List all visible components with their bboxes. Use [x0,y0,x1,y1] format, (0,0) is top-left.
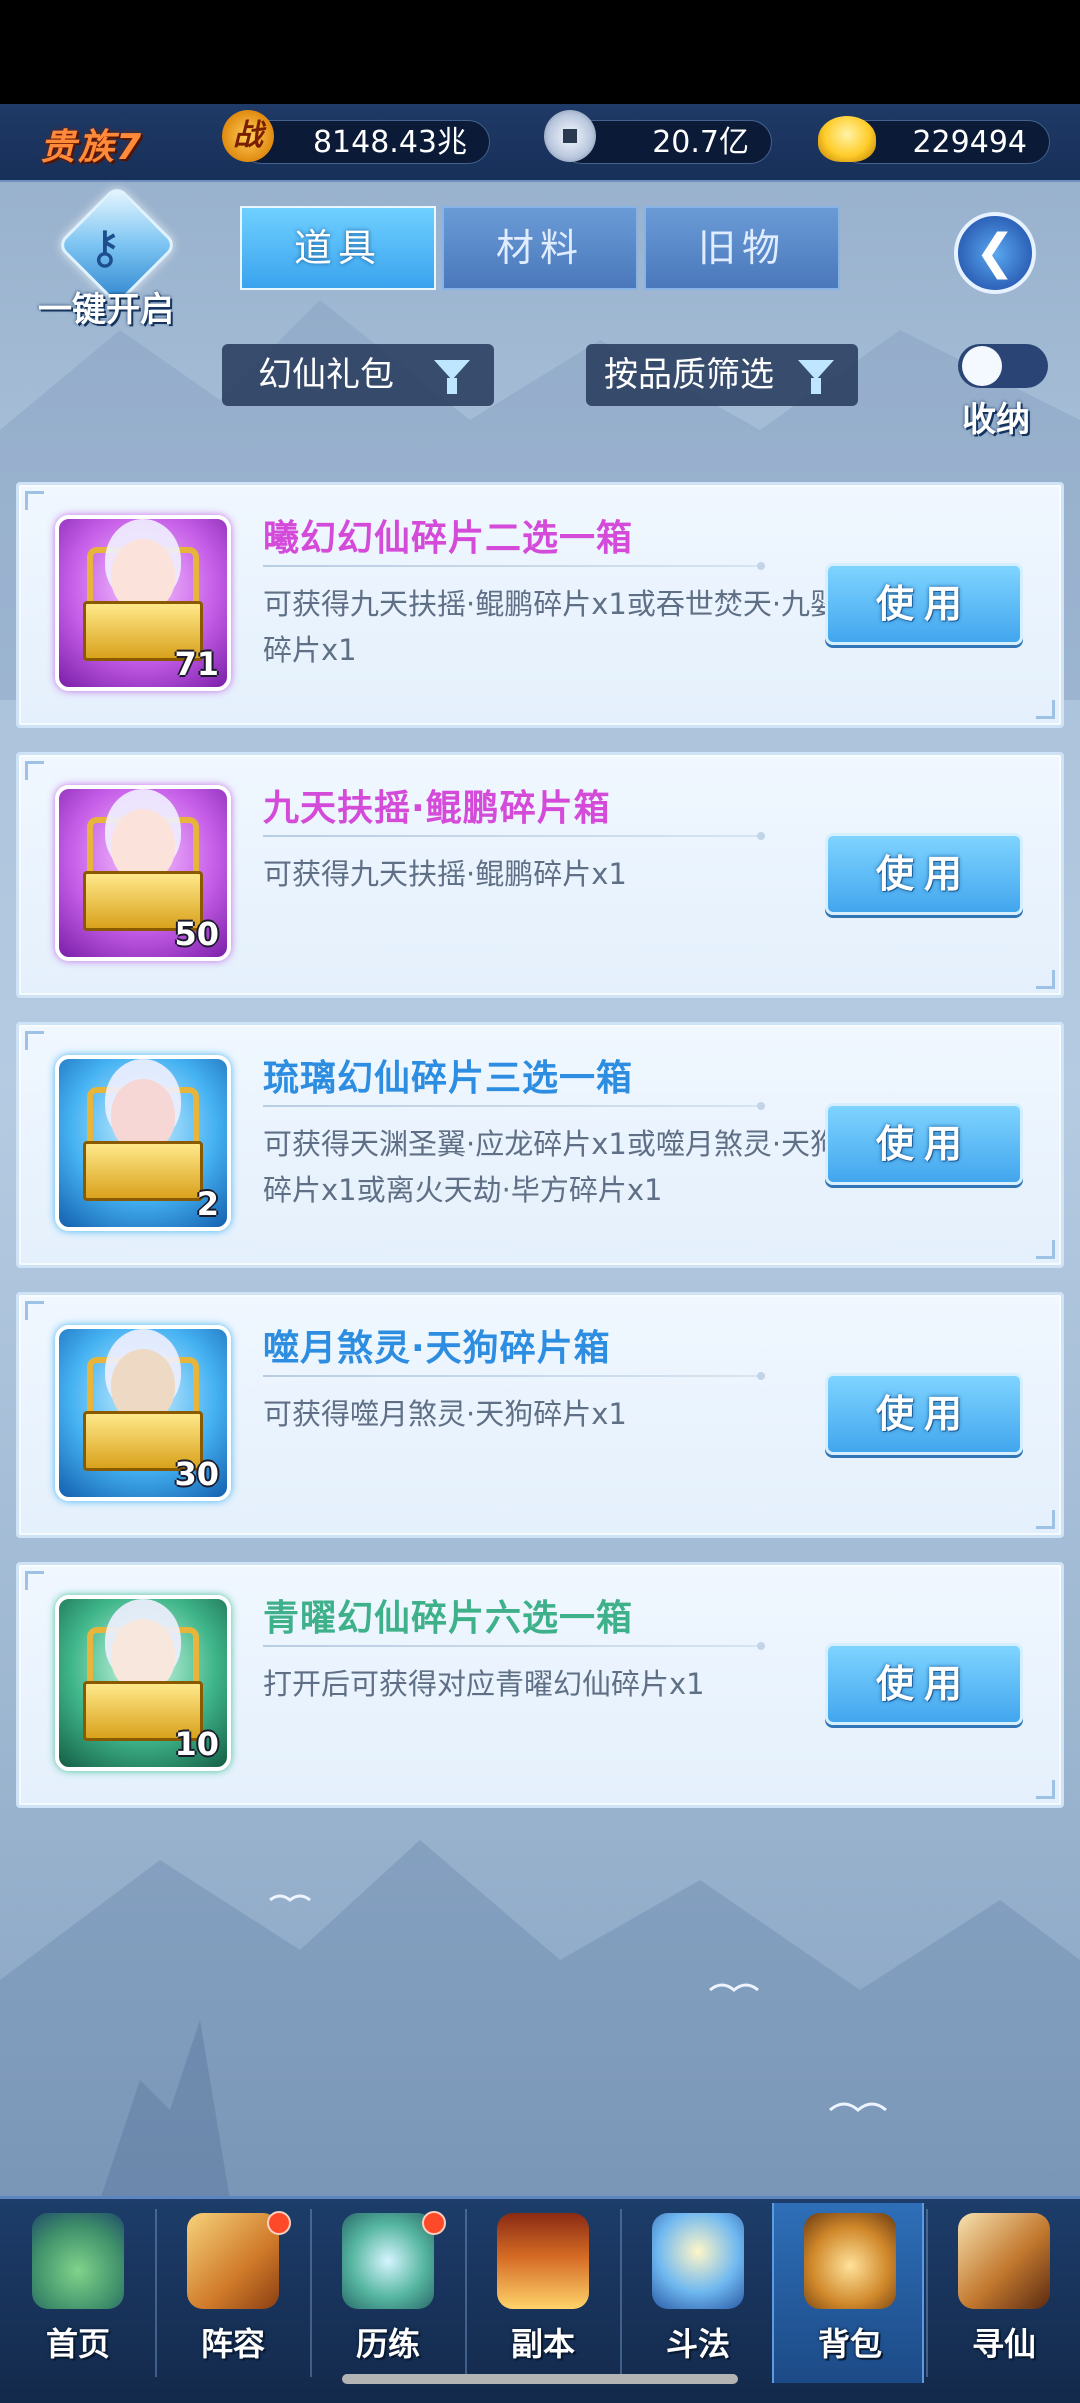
divider [263,1372,765,1380]
nav-label: 副本 [510,2325,575,2363]
item-description: 可获得九天扶摇·鲲鹏碎片x1 [263,857,627,891]
back-button[interactable]: ❮ [954,212,1036,294]
use-button[interactable]: 使用 [825,833,1023,915]
use-button[interactable]: 使用 [825,1643,1023,1725]
backpack-icon [804,2213,896,2309]
quality-filter[interactable]: 按品质筛选 [586,344,858,406]
use-button[interactable]: 使用 [825,1103,1023,1185]
list-item: 10 青曜幻仙碎片六选一箱 打开后可获得对应青曜幻仙碎片x1 使用 [16,1562,1064,1808]
nav-explore[interactable]: 寻仙 [928,2203,1080,2383]
lineup-icon [187,2213,279,2309]
divider [263,1642,765,1650]
item-icon[interactable]: 71 [55,515,231,691]
battle-icon [652,2213,744,2309]
item-icon[interactable]: 2 [55,1055,231,1231]
one-key-open-button[interactable]: ⚷ 一键开启 [26,184,186,334]
collapse-toggle[interactable] [958,344,1048,388]
item-icon[interactable]: 10 [55,1595,231,1771]
training-icon [342,2213,434,2309]
nav-home[interactable]: 首页 [2,2203,154,2383]
power-icon: 战 [222,110,274,162]
dungeon-icon [497,2213,589,2309]
status-bar [0,0,1080,104]
tab-props[interactable]: 道具 [240,206,436,290]
divider [263,562,765,570]
category-filter[interactable]: 幻仙礼包 [222,344,494,406]
nav-backpack[interactable]: 背包 [772,2203,924,2383]
item-name: 噬月煞灵·天狗碎片箱 [263,1328,611,1369]
item-name: 青曜幻仙碎片六选一箱 [263,1598,634,1639]
power-value: 8148.43兆 [312,125,467,160]
home-indicator[interactable] [342,2374,738,2384]
filter-funnel-icon [434,360,470,394]
chest-icon [83,1141,203,1201]
list-item: 71 曦幻幻仙碎片二选一箱 可获得九天扶摇·鲲鹏碎片x1或吞世焚天·九婴碎片x1… [16,482,1064,728]
item-name: 琉璃幻仙碎片三选一箱 [263,1058,634,1099]
divider [263,832,765,840]
list-item: 2 琉璃幻仙碎片三选一箱 可获得天渊圣翼·应龙碎片x1或噬月煞灵·天狗碎片x1或… [16,1022,1064,1268]
notification-dot [267,2211,291,2235]
category-filter-label: 幻仙礼包 [258,355,394,395]
bottom-nav: 首页 阵容 历练 副本 斗法 背包 寻仙 [0,2196,1080,2403]
nav-label: 阵容 [200,2325,265,2363]
use-button[interactable]: 使用 [825,563,1023,645]
nav-label: 斗法 [665,2325,730,2363]
quality-filter-label: 按品质筛选 [604,355,774,395]
explore-icon [958,2213,1050,2309]
back-arrow-icon: ❮ [974,224,1016,280]
resource-bar: 贵族7 8148.43兆 战 20.7亿 229494 [0,104,1080,182]
item-description: 可获得噬月煞灵·天狗碎片x1 [263,1397,627,1431]
key-icon: ⚷ [88,220,122,274]
gold-value: 229494 [912,125,1027,160]
nav-label: 首页 [45,2325,110,2363]
item-count: 71 [174,645,219,683]
item-count: 2 [196,1185,219,1223]
item-name: 曦幻幻仙碎片二选一箱 [263,518,634,559]
item-icon[interactable]: 30 [55,1325,231,1501]
quality-funnel-icon [798,360,834,394]
divider [263,1102,765,1110]
item-description: 可获得天渊圣翼·应龙碎片x1或噬月煞灵·天狗碎片x1或离火天劫·毕方碎片x1 [263,1127,840,1207]
one-key-open-label: 一键开启 [38,290,174,330]
nav-label: 寻仙 [971,2325,1036,2363]
gold-ingot-icon [818,116,876,162]
nav-label: 背包 [817,2325,882,2363]
use-button[interactable]: 使用 [825,1373,1023,1455]
item-count: 10 [174,1725,219,1763]
power-display: 8148.43兆 [240,120,490,164]
collapse-label: 收纳 [962,400,1030,440]
home-icon [32,2213,124,2309]
nav-lineup[interactable]: 阵容 [157,2203,309,2383]
list-item: 30 噬月煞灵·天狗碎片箱 可获得噬月煞灵·天狗碎片x1 使用 [16,1292,1064,1538]
nav-training[interactable]: 历练 [312,2203,464,2383]
nav-label: 历练 [355,2325,420,2363]
item-description: 可获得九天扶摇·鲲鹏碎片x1或吞世焚天·九婴碎片x1 [263,587,840,667]
coin-value: 20.7亿 [652,125,749,160]
coin-icon [544,110,596,162]
toggle-knob [962,346,1002,386]
notification-dot [422,2211,446,2235]
tab-relics[interactable]: 旧物 [644,206,840,290]
item-name: 九天扶摇·鲲鹏碎片箱 [263,788,611,829]
item-count: 50 [174,915,219,953]
tab-materials[interactable]: 材料 [442,206,638,290]
list-item: 50 九天扶摇·鲲鹏碎片箱 可获得九天扶摇·鲲鹏碎片x1 使用 [16,752,1064,998]
nav-dungeon[interactable]: 副本 [467,2203,619,2383]
item-description: 打开后可获得对应青曜幻仙碎片x1 [263,1667,705,1701]
item-icon[interactable]: 50 [55,785,231,961]
nav-battle[interactable]: 斗法 [622,2203,774,2383]
noble-level[interactable]: 贵族7 [40,118,143,170]
item-count: 30 [174,1455,219,1493]
